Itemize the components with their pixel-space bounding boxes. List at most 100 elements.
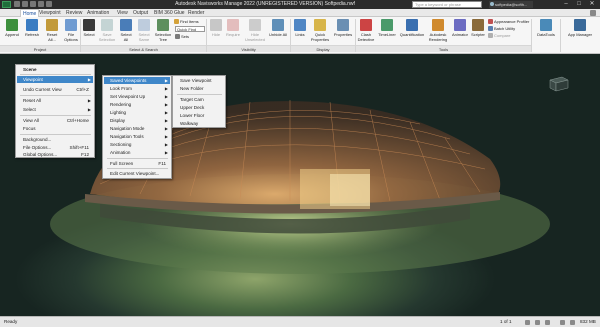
animator-button[interactable]: Animator — [450, 19, 470, 37]
menu-shortcut: Ctrl+Home — [66, 118, 89, 123]
menu-item-saved-viewpoints[interactable]: Saved Viewpoints ▶ — [104, 77, 170, 84]
user-account[interactable]: softpedia@softh... — [489, 1, 533, 8]
file-options-button[interactable]: File Options — [63, 19, 79, 42]
datatools-button[interactable]: DataTools — [535, 19, 557, 37]
menu-item-new-folder[interactable]: New Folder — [174, 85, 224, 92]
tab-animation[interactable]: Animation — [85, 9, 111, 17]
reset-icon — [46, 19, 58, 31]
tab-bim360[interactable]: BIM 360 Glue — [152, 9, 187, 17]
status-text: Ready — [4, 319, 18, 324]
undo-icon[interactable] — [30, 1, 36, 7]
app-manager-icon — [574, 19, 586, 31]
menu-item-select[interactable]: Select ▶ — [17, 106, 93, 113]
app-logo-icon[interactable] — [2, 1, 11, 8]
menu-item-sectioning[interactable]: Sectioning ▶ — [104, 141, 170, 148]
minimize-button[interactable]: – — [560, 0, 572, 9]
menu-label: Display — [110, 118, 126, 123]
autodesk-rendering-button[interactable]: Autodesk Rendering — [427, 19, 449, 42]
menu-item-background[interactable]: Background... — [17, 136, 93, 143]
select-same-label: Select Same — [138, 32, 150, 42]
menu-item-set-viewpoint-up[interactable]: Set Viewpoint Up ▶ — [104, 93, 170, 100]
menu-item-viewpoint-upper-deck[interactable]: Upper Deck — [174, 104, 224, 111]
compare-button[interactable]: Compare — [488, 33, 510, 38]
menu-item-viewpoint[interactable]: Viewpoint ▶ — [17, 76, 93, 83]
save-selection-button[interactable]: Save Selection — [98, 19, 116, 42]
clash-detective-button[interactable]: Clash Detective — [357, 19, 375, 42]
menu-item-scene[interactable]: Scene — [17, 66, 93, 73]
menu-label: Lighting — [110, 110, 127, 115]
group-visibility[interactable]: Visibility — [207, 45, 290, 52]
links-button[interactable]: Links — [293, 19, 307, 37]
hide-button[interactable]: Hide — [209, 19, 223, 37]
find-items-button[interactable]: Find Items — [174, 19, 199, 24]
batch-utility-button[interactable]: Batch Utility — [488, 26, 515, 31]
tab-render[interactable]: Render — [186, 9, 206, 17]
properties-icon — [337, 19, 349, 31]
menu-item-viewpoint-target-cam[interactable]: Target Cam — [174, 96, 224, 103]
menu-item-navigation-tools[interactable]: Navigation Tools ▶ — [104, 133, 170, 140]
menu-item-lighting[interactable]: Lighting ▶ — [104, 109, 170, 116]
submenu-arrow-icon: ▶ — [87, 77, 91, 82]
menu-item-focus[interactable]: Focus — [17, 125, 93, 132]
reset-all-button[interactable]: Reset All... — [43, 19, 61, 42]
tab-output[interactable]: Output — [131, 9, 150, 17]
quick-properties-button[interactable]: Quick Properties — [309, 19, 331, 42]
menu-item-global-options[interactable]: Global Options... F12 — [17, 151, 93, 158]
group-tools[interactable]: Tools — [356, 45, 531, 52]
search-input[interactable]: Type a keyword or phrase — [412, 1, 482, 8]
performance-icon[interactable] — [560, 320, 565, 325]
hide-unselected-button[interactable]: Hide Unselected — [243, 19, 267, 42]
timeliner-icon — [381, 19, 393, 31]
properties-button[interactable]: Properties — [333, 19, 353, 37]
sets-dropdown[interactable]: Sets — [175, 34, 189, 39]
group-project[interactable]: Project — [0, 45, 80, 52]
timeliner-button[interactable]: TimeLiner — [377, 19, 397, 37]
next-sheet-icon[interactable] — [545, 320, 550, 325]
tab-viewpoint[interactable]: Viewpoint — [37, 9, 63, 17]
menu-item-rendering[interactable]: Rendering ▶ — [104, 101, 170, 108]
scripter-button[interactable]: Scripter — [470, 19, 486, 37]
append-button[interactable]: Append — [3, 19, 21, 37]
tab-review[interactable]: Review — [64, 9, 84, 17]
maximize-button[interactable]: □ — [573, 0, 585, 9]
open-icon[interactable] — [14, 1, 20, 7]
menu-item-display[interactable]: Display ▶ — [104, 117, 170, 124]
group-display[interactable]: Display — [291, 45, 355, 52]
sheet-browser-icon[interactable] — [525, 320, 530, 325]
app-manager-button[interactable]: App Manager — [564, 19, 596, 37]
menu-item-save-viewpoint[interactable]: Save Viewpoint — [174, 77, 224, 84]
tab-view[interactable]: View — [115, 9, 130, 17]
menu-item-file-options[interactable]: File Options... Shift+F11 — [17, 144, 93, 151]
selection-tree-button[interactable]: Selection Tree — [154, 19, 172, 42]
select-same-button[interactable]: Select Same — [136, 19, 152, 42]
close-button[interactable]: ✕ — [586, 0, 598, 9]
appearance-profiler-button[interactable]: Appearance Profiler — [488, 19, 529, 24]
menu-item-viewpoint-lower-floor[interactable]: Lower Floor — [174, 112, 224, 119]
previous-sheet-icon[interactable] — [535, 320, 540, 325]
viewcube-icon[interactable] — [546, 74, 572, 94]
menu-item-reset-all[interactable]: Reset All ▶ — [17, 97, 93, 104]
memory-icon[interactable] — [570, 320, 575, 325]
ribbon-options-icon[interactable] — [590, 10, 596, 16]
group-select-search[interactable]: Select & Search — [81, 45, 206, 52]
menu-item-navigation-mode[interactable]: Navigation Mode ▶ — [104, 125, 170, 132]
select-all-button[interactable]: Select All — [118, 19, 134, 42]
menu-item-full-screen[interactable]: Full Screen F11 — [104, 160, 170, 167]
menu-item-viewpoint-walkway[interactable]: Walkway — [174, 120, 224, 127]
select-button[interactable]: Select — [82, 19, 96, 37]
quantification-button[interactable]: Quantification — [398, 19, 426, 37]
require-button[interactable]: Require — [225, 19, 241, 37]
menu-item-view-all[interactable]: View All Ctrl+Home — [17, 117, 93, 124]
menu-item-animation[interactable]: Animation ▶ — [104, 149, 170, 156]
save-icon[interactable] — [22, 1, 28, 7]
menu-item-edit-current-viewpoint[interactable]: Edit Current Viewpoint... — [104, 170, 170, 177]
print-icon[interactable] — [46, 1, 52, 7]
unhide-all-button[interactable]: Unhide All — [269, 19, 287, 37]
refresh-button[interactable]: Refresh — [23, 19, 41, 37]
redo-icon[interactable] — [38, 1, 44, 7]
quick-find-input[interactable]: Quick Find — [175, 26, 205, 32]
menu-item-look-from[interactable]: Look From ▶ — [104, 85, 170, 92]
properties-label: Properties — [333, 32, 353, 37]
window-title: Autodesk Navisworks Manage 2022 (UNREGIS… — [175, 1, 355, 7]
menu-item-undo-current-view[interactable]: Undo Current View Ctrl+Z — [17, 86, 93, 93]
